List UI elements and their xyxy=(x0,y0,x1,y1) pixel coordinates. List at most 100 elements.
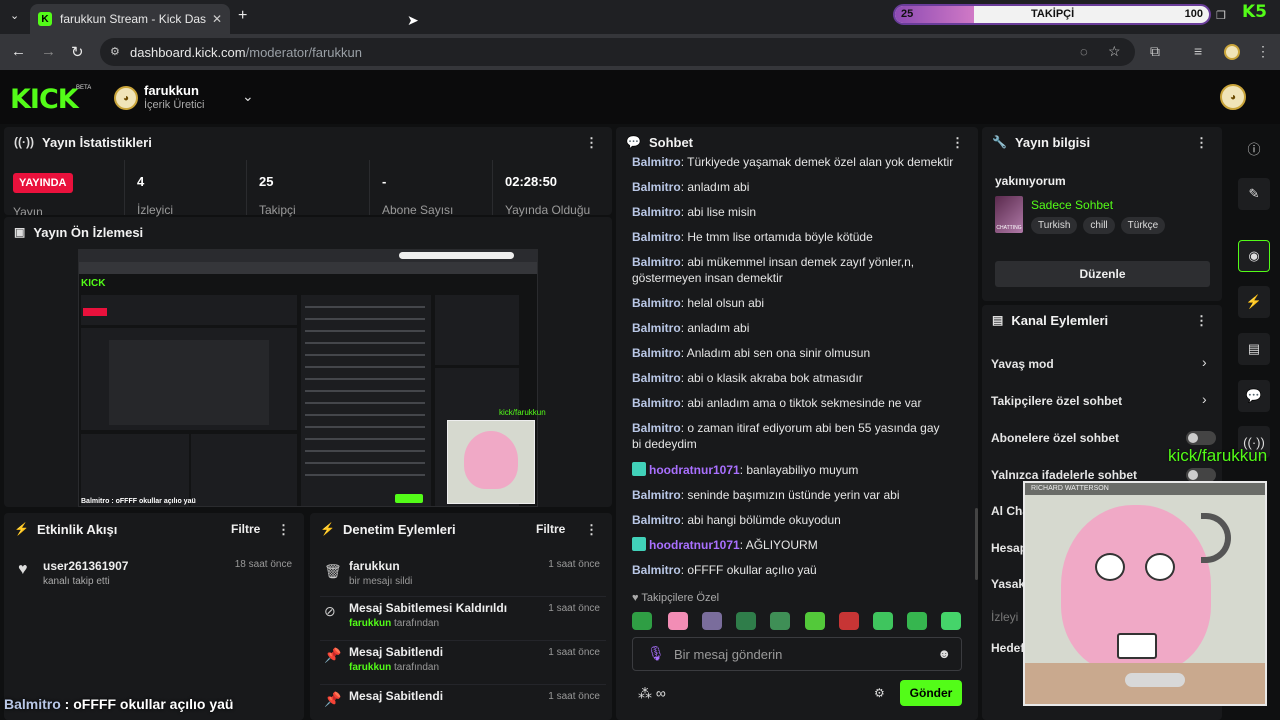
stream-preview-video[interactable]: KICK kick/farukkun Balmitro : oFFFF okul… xyxy=(78,249,546,507)
send-button[interactable]: Gönder xyxy=(900,680,962,706)
chat-message: Balmitro: anladım abi xyxy=(632,321,750,335)
camera-icon[interactable]: ◉ xyxy=(1238,240,1270,272)
emote-1[interactable] xyxy=(632,612,652,630)
url-host: dashboard.kick.com xyxy=(130,44,246,60)
emote-10[interactable] xyxy=(941,612,961,630)
activity-filter-button[interactable]: Filtre xyxy=(231,522,260,536)
forward-arrow-icon[interactable]: → xyxy=(41,43,56,60)
tab-close-icon[interactable]: ✕ xyxy=(212,12,222,26)
tab-search-icon[interactable]: ⌄ xyxy=(10,9,19,22)
user-menu-avatar[interactable]: ◕ xyxy=(1220,84,1246,110)
follow-goal-target: 100 xyxy=(1184,8,1203,20)
chat-scrollbar[interactable] xyxy=(975,508,978,580)
tab-title: farukkun Stream - Kick Dashboard xyxy=(60,12,206,26)
headset xyxy=(1201,513,1231,563)
chat-message: Balmitro: o zaman itiraf ediyorum abi be… xyxy=(632,421,940,451)
trash-icon: 🗑 xyxy=(324,563,342,579)
emote-3[interactable] xyxy=(702,612,722,630)
channel-actions-menu-icon[interactable]: ⋮ xyxy=(1195,313,1208,329)
chat-message: Balmitro: helal olsun abi xyxy=(632,296,765,310)
emoji-picker-icon[interactable]: ☻ xyxy=(937,646,951,661)
emote-2[interactable] xyxy=(668,612,688,630)
channel-action-row[interactable]: İzleyi xyxy=(991,610,1018,624)
info-icon[interactable]: ⓘ xyxy=(1238,132,1270,164)
preview-caption: Balmitro : oFFFF okullar açılıo yaü xyxy=(81,498,196,505)
browser-tab[interactable]: K farukkun Stream - Kick Dashboard ✕ xyxy=(30,4,230,34)
mod-actions-title: Denetim Eylemleri xyxy=(342,521,456,537)
chat-message: Balmitro: Türkiyede yaşamak demek özel a… xyxy=(632,157,954,169)
chat-overlay-caption: Balmitro : oFFFF okullar açılıo yaü xyxy=(4,696,234,712)
new-tab-button[interactable]: + xyxy=(238,7,247,25)
restore-window-icon[interactable]: ❐ xyxy=(1216,9,1226,22)
emote-9[interactable] xyxy=(907,612,927,630)
emote-7[interactable] xyxy=(839,612,859,630)
profile-avatar[interactable] xyxy=(1224,44,1240,60)
media-controls-icon[interactable]: ≡ xyxy=(1194,43,1202,59)
tag-chip[interactable]: Turkish xyxy=(1031,217,1078,234)
emote-5[interactable] xyxy=(770,612,790,630)
edit-stream-button[interactable]: Düzenle xyxy=(995,261,1210,287)
eye-off-icon[interactable]: ◌ xyxy=(1080,44,1088,59)
community-icon[interactable]: ⁂ ∞ xyxy=(638,685,666,702)
chat-input[interactable]: 🎙 Bir mesaj gönderin ☻ xyxy=(632,637,962,671)
emotes-only-toggle[interactable] xyxy=(1186,468,1216,482)
chevron-right-icon[interactable]: › xyxy=(1202,354,1207,370)
chat-bubble-icon[interactable]: 💬 xyxy=(1238,380,1270,412)
chat-message: Balmitro: abi anladım ama o tiktok sekme… xyxy=(632,396,922,410)
mod-filter-button[interactable]: Filtre xyxy=(536,522,565,536)
reload-icon[interactable]: ↻ xyxy=(71,43,84,61)
category-link[interactable]: Sadece Sohbet xyxy=(1031,198,1113,212)
follow-goal-current: 25 xyxy=(901,8,914,20)
channel-action-row[interactable]: Hesap xyxy=(991,541,1027,555)
chat-message: Balmitro: abi hangi bölümde okuyodun xyxy=(632,513,841,527)
kick-logo[interactable]: KICK xyxy=(10,84,79,115)
stats-menu-icon[interactable]: ⋮ xyxy=(585,135,598,151)
emote-8[interactable] xyxy=(873,612,893,630)
url-field[interactable]: dashboard.kick.com/moderator/farukkun xyxy=(100,38,1135,66)
emote-6[interactable] xyxy=(805,612,825,630)
followers-only-row[interactable]: Takipçilere özel sohbet xyxy=(991,394,1122,408)
slow-mode-row[interactable]: Yavaş mod xyxy=(991,357,1054,371)
kick-brand-mark: K5 xyxy=(1242,2,1268,22)
mouse-cursor-icon: ➤ xyxy=(407,12,419,28)
subscribers-only-toggle[interactable] xyxy=(1186,431,1216,445)
site-info-icon[interactable]: ⚙ xyxy=(110,45,120,58)
chat-title: Sohbet xyxy=(648,134,694,150)
chat-menu-icon[interactable]: ⋮ xyxy=(951,135,964,151)
channel-action-row[interactable]: Yasak xyxy=(991,577,1025,591)
unpin-icon: ⊘ xyxy=(324,603,336,619)
tag-chip[interactable]: chill xyxy=(1083,217,1115,234)
url-path: /moderator/farukkun xyxy=(245,44,362,60)
extensions-icon[interactable]: ⧉ xyxy=(1150,43,1160,60)
back-arrow-icon[interactable]: ← xyxy=(11,43,26,60)
pin-icon: 📌 xyxy=(324,647,342,663)
preview-cam xyxy=(447,420,535,504)
browser-menu-icon[interactable]: ⋮ xyxy=(1256,43,1270,60)
chat-bubble-icon: 💬 xyxy=(626,135,641,149)
mod-menu-icon[interactable]: ⋮ xyxy=(585,522,598,538)
activity-menu-icon[interactable]: ⋮ xyxy=(277,522,290,538)
follow-goal-bar: 25 TAKİPÇİ 100 xyxy=(893,4,1211,25)
pencil-icon[interactable]: ✎ xyxy=(1238,178,1270,210)
notes-icon[interactable]: ▤ xyxy=(1238,333,1270,365)
chat-message: Balmitro: Anladım abi sen ona sinir olmu… xyxy=(632,346,871,360)
mod-action-row: 🗑 farukkun bir mesajı sildi 1 saat önce xyxy=(320,553,606,597)
microphone-icon[interactable]: 🎙 xyxy=(647,645,665,662)
emote-4[interactable] xyxy=(736,612,756,630)
lightning-icon[interactable]: ⚡ xyxy=(1238,286,1270,318)
stream-info-title: Yayın bilgisi xyxy=(1014,134,1091,150)
beta-tag: BETA xyxy=(76,85,92,91)
chat-settings-gear-icon[interactable]: ⚙ xyxy=(874,686,885,700)
activity-feed-panel: ⚡ Etkinlik Akışı Filtre ⋮ ♥ user261361907… xyxy=(4,513,304,720)
tag-chip[interactable]: Türkçe xyxy=(1120,217,1166,234)
channel-role: İçerik Üretici xyxy=(144,99,205,111)
bookmark-star-icon[interactable]: ☆ xyxy=(1108,43,1121,60)
channel-switch-chevron-icon[interactable]: ⌄ xyxy=(242,88,254,105)
wrench-icon: 🔧 xyxy=(992,135,1007,149)
stat-subscribers: - Abone Sayısı xyxy=(369,160,492,217)
chevron-right-icon[interactable]: › xyxy=(1202,391,1207,407)
chat-message: Balmitro: abi mükemmel insan demek zayıf… xyxy=(632,255,915,285)
stream-info-menu-icon[interactable]: ⋮ xyxy=(1195,135,1208,151)
stat-followers: 25 Takipçi xyxy=(246,160,369,217)
stat-uptime: 02:28:50 Yayında Olduğu xyxy=(492,160,612,217)
